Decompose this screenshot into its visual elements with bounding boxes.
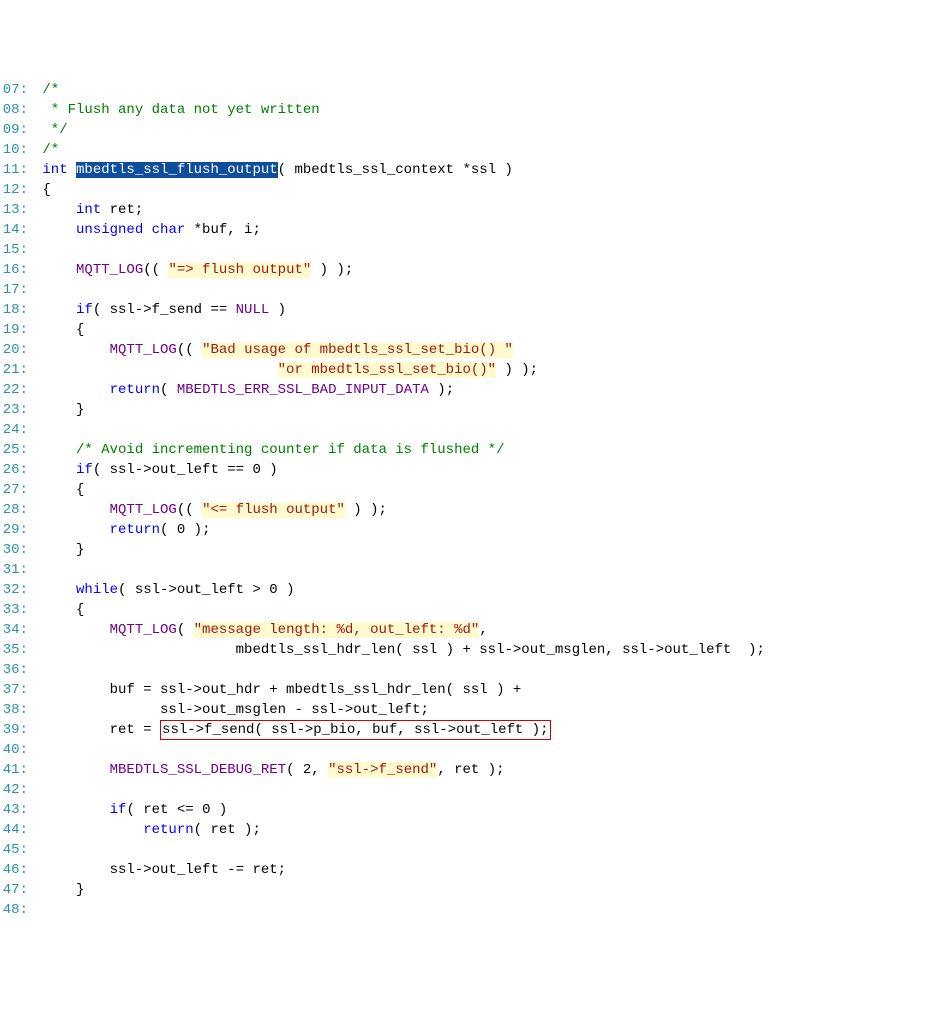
code-line: ssl->out_msglen - ssl->out_left; bbox=[34, 700, 928, 720]
line-number: 32: bbox=[0, 580, 28, 600]
line-number: 29: bbox=[0, 520, 28, 540]
line-number: 20: bbox=[0, 340, 28, 360]
code-line: "or mbedtls_ssl_set_bio()" ) ); bbox=[34, 360, 928, 380]
line-number: 17: bbox=[0, 280, 28, 300]
line-number: 26: bbox=[0, 460, 28, 480]
line-number: 35: bbox=[0, 640, 28, 660]
code-line bbox=[34, 560, 928, 580]
code-line: MBEDTLS_SSL_DEBUG_RET( 2, "ssl->f_send",… bbox=[34, 760, 928, 780]
code-line bbox=[34, 740, 928, 760]
line-number: 22: bbox=[0, 380, 28, 400]
code-line: int mbedtls_ssl_flush_output( mbedtls_ss… bbox=[34, 160, 928, 180]
line-number: 36: bbox=[0, 660, 28, 680]
code-line: MQTT_LOG(( "=> flush output" ) ); bbox=[34, 260, 928, 280]
code-line: { bbox=[34, 480, 928, 500]
code-line: * Flush any data not yet written bbox=[34, 100, 928, 120]
line-number: 27: bbox=[0, 480, 28, 500]
line-number: 40: bbox=[0, 740, 28, 760]
code-line: ssl->out_left -= ret; bbox=[34, 860, 928, 880]
code-line: buf = ssl->out_hdr + mbedtls_ssl_hdr_len… bbox=[34, 680, 928, 700]
code-line bbox=[34, 280, 928, 300]
code-line: MQTT_LOG(( "<= flush output" ) ); bbox=[34, 500, 928, 520]
line-number: 18: bbox=[0, 300, 28, 320]
line-number: 08: bbox=[0, 100, 28, 120]
line-number: 43: bbox=[0, 800, 28, 820]
line-number: 23: bbox=[0, 400, 28, 420]
code-line: } bbox=[34, 540, 928, 560]
line-number: 42: bbox=[0, 780, 28, 800]
code-line: } bbox=[34, 880, 928, 900]
code-editor: 07:08:09:10:11:12:13:14:15:16:17:18:19:2… bbox=[0, 80, 928, 920]
code-line: /* Avoid incrementing counter if data is… bbox=[34, 440, 928, 460]
line-number: 31: bbox=[0, 560, 28, 580]
line-number: 11: bbox=[0, 160, 28, 180]
code-line: int ret; bbox=[34, 200, 928, 220]
line-number: 34: bbox=[0, 620, 28, 640]
line-number: 21: bbox=[0, 360, 28, 380]
code-line: MQTT_LOG(( "Bad usage of mbedtls_ssl_set… bbox=[34, 340, 928, 360]
line-number: 46: bbox=[0, 860, 28, 880]
code-line bbox=[34, 900, 928, 920]
highlighted-call-box: ssl->f_send( ssl->p_bio, buf, ssl->out_l… bbox=[160, 720, 550, 740]
line-number: 10: bbox=[0, 140, 28, 160]
line-number: 14: bbox=[0, 220, 28, 240]
code-line: } bbox=[34, 400, 928, 420]
line-number: 28: bbox=[0, 500, 28, 520]
code-line: return( MBEDTLS_ERR_SSL_BAD_INPUT_DATA )… bbox=[34, 380, 928, 400]
code-line: */ bbox=[34, 120, 928, 140]
line-number: 38: bbox=[0, 700, 28, 720]
code-line: { bbox=[34, 180, 928, 200]
code-line bbox=[34, 780, 928, 800]
code-line: MQTT_LOG( "message length: %d, out_left:… bbox=[34, 620, 928, 640]
code-area[interactable]: /* * Flush any data not yet written */ /… bbox=[34, 80, 928, 920]
line-number: 07: bbox=[0, 80, 28, 100]
code-line bbox=[34, 240, 928, 260]
line-number: 48: bbox=[0, 900, 28, 920]
line-number: 16: bbox=[0, 260, 28, 280]
code-line: while( ssl->out_left > 0 ) bbox=[34, 580, 928, 600]
code-line: { bbox=[34, 320, 928, 340]
line-number: 37: bbox=[0, 680, 28, 700]
line-number: 39: bbox=[0, 720, 28, 740]
line-number: 12: bbox=[0, 180, 28, 200]
line-number: 41: bbox=[0, 760, 28, 780]
line-number: 15: bbox=[0, 240, 28, 260]
line-number: 24: bbox=[0, 420, 28, 440]
code-line: mbedtls_ssl_hdr_len( ssl ) + ssl->out_ms… bbox=[34, 640, 928, 660]
code-line: /* bbox=[34, 140, 928, 160]
code-line: if( ret <= 0 ) bbox=[34, 800, 928, 820]
code-line: /* bbox=[34, 80, 928, 100]
line-number-gutter: 07:08:09:10:11:12:13:14:15:16:17:18:19:2… bbox=[0, 80, 34, 920]
line-number: 19: bbox=[0, 320, 28, 340]
line-number: 13: bbox=[0, 200, 28, 220]
code-line bbox=[34, 660, 928, 680]
line-number: 09: bbox=[0, 120, 28, 140]
code-line: ret = ssl->f_send( ssl->p_bio, buf, ssl-… bbox=[34, 720, 928, 740]
code-line: return( ret ); bbox=[34, 820, 928, 840]
line-number: 33: bbox=[0, 600, 28, 620]
line-number: 44: bbox=[0, 820, 28, 840]
code-line: if( ssl->f_send == NULL ) bbox=[34, 300, 928, 320]
code-line bbox=[34, 840, 928, 860]
code-line bbox=[34, 420, 928, 440]
line-number: 45: bbox=[0, 840, 28, 860]
code-line: return( 0 ); bbox=[34, 520, 928, 540]
line-number: 30: bbox=[0, 540, 28, 560]
line-number: 47: bbox=[0, 880, 28, 900]
code-line: { bbox=[34, 600, 928, 620]
code-line: unsigned char *buf, i; bbox=[34, 220, 928, 240]
code-line: if( ssl->out_left == 0 ) bbox=[34, 460, 928, 480]
line-number: 25: bbox=[0, 440, 28, 460]
